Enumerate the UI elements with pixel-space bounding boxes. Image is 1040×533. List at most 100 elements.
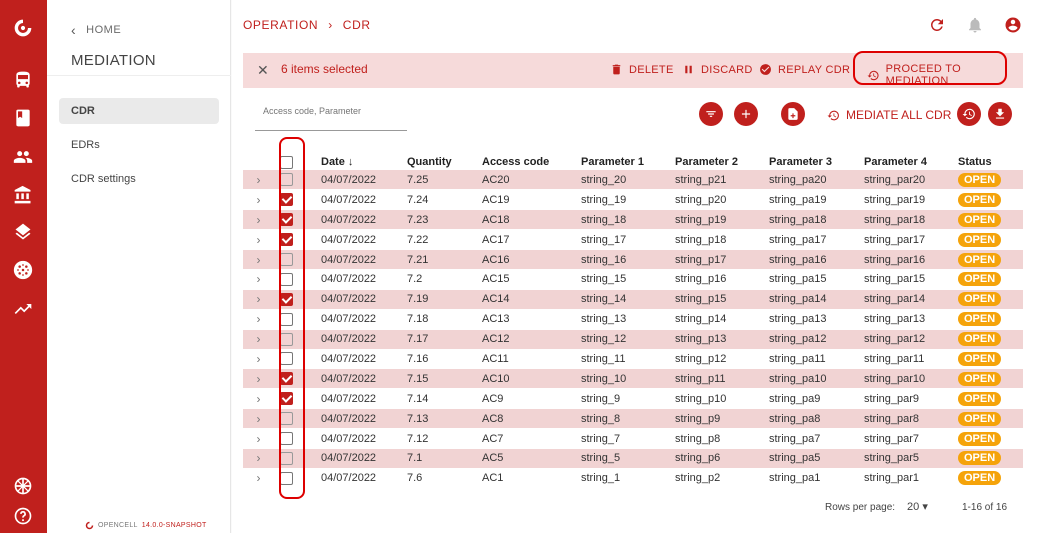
cell-quantity: 7.15	[407, 368, 482, 390]
discard-button[interactable]: DISCARD	[682, 63, 753, 76]
expand-chevron-icon[interactable]: ›	[243, 329, 274, 350]
table-row[interactable]: › 04/07/2022 7.24 AC19 string_19 string_p20 st…	[243, 189, 1023, 211]
layers-icon[interactable]	[11, 220, 35, 244]
table-row[interactable]: › 04/07/2022 7.12 AC7 string_7 string_p8 strin…	[243, 428, 1023, 449]
col-parameter-4[interactable]: Parameter 4	[864, 150, 958, 170]
add-file-button[interactable]	[781, 102, 805, 126]
mediation-icon[interactable]	[11, 258, 35, 282]
sidebar: ‹ HOME MEDIATION CDR EDRs CDR settings O…	[47, 0, 231, 533]
expand-chevron-icon[interactable]: ›	[243, 408, 274, 430]
cell-parameter-1: string_7	[581, 428, 675, 449]
close-icon[interactable]: ✕	[257, 62, 269, 79]
cell-status: OPEN	[958, 388, 1023, 410]
expand-chevron-icon[interactable]: ›	[243, 428, 274, 449]
col-parameter-3[interactable]: Parameter 3	[769, 150, 864, 170]
cell-status: OPEN	[958, 468, 1023, 489]
table-row[interactable]: › 04/07/2022 7.17 AC12 string_12 string_p13 st…	[243, 329, 1023, 350]
expand-chevron-icon[interactable]: ›	[243, 349, 274, 370]
sidebar-item-cdr-settings[interactable]: CDR settings	[59, 166, 219, 192]
delete-label: DELETE	[629, 63, 674, 76]
expand-chevron-icon[interactable]: ›	[243, 388, 274, 410]
home-link[interactable]: ‹ HOME	[71, 22, 121, 38]
search-field[interactable]	[255, 101, 413, 131]
table-row[interactable]: › 04/07/2022 7.25 AC20 string_20 string_p21 st…	[243, 170, 1023, 191]
selection-bar: ✕ 6 items selected DELETE DISCARD REPLAY…	[243, 51, 1023, 88]
expand-chevron-icon[interactable]: ›	[243, 170, 274, 191]
replay-cdr-button[interactable]: REPLAY CDR	[759, 63, 850, 76]
breadcrumb-operation[interactable]: OPERATION	[243, 18, 318, 32]
table-row[interactable]: › 04/07/2022 7.23 AC18 string_18 string_p19 st…	[243, 209, 1023, 231]
cell-parameter-2: string_p8	[675, 428, 769, 449]
expand-chevron-icon[interactable]: ›	[243, 448, 274, 469]
bank-icon[interactable]	[11, 183, 35, 207]
col-date[interactable]: Date ↓	[321, 150, 407, 170]
cell-date: 04/07/2022	[321, 269, 407, 290]
cell-access-code: AC9	[482, 388, 581, 410]
delete-button[interactable]: DELETE	[610, 63, 674, 76]
table-row[interactable]: › 04/07/2022 7.6 AC1 string_1 string_p2 string…	[243, 468, 1023, 489]
add-button[interactable]	[734, 102, 758, 126]
expand-chevron-icon[interactable]: ›	[243, 209, 274, 231]
rows-per-page-value: 20	[907, 501, 920, 513]
search-input[interactable]	[263, 106, 413, 116]
expand-chevron-icon[interactable]: ›	[243, 229, 274, 251]
cell-access-code: AC15	[482, 269, 581, 290]
rows-per-page-select[interactable]: 20 ▾	[907, 500, 928, 513]
cell-access-code: AC8	[482, 408, 581, 430]
table-row[interactable]: › 04/07/2022 7.14 AC9 string_9 string_p10 stri…	[243, 388, 1023, 410]
table-row[interactable]: › 04/07/2022 7.18 AC13 string_13 string_p14 st…	[243, 309, 1023, 330]
bus-icon[interactable]	[11, 68, 35, 92]
history-button[interactable]	[957, 102, 981, 126]
cell-parameter-3: string_pa5	[769, 448, 864, 469]
cell-access-code: AC17	[482, 229, 581, 251]
cell-parameter-1: string_17	[581, 229, 675, 251]
status-badge: OPEN	[958, 471, 1002, 486]
cell-date: 04/07/2022	[321, 189, 407, 211]
refresh-icon[interactable]	[928, 16, 946, 34]
mediate-all-label: MEDIATE ALL CDR	[846, 108, 952, 122]
globe-icon[interactable]	[11, 474, 35, 498]
cell-parameter-1: string_19	[581, 189, 675, 211]
sidebar-item-cdr[interactable]: CDR	[59, 98, 219, 124]
col-access-code[interactable]: Access code	[482, 150, 581, 170]
help-icon[interactable]	[11, 504, 35, 528]
cell-date: 04/07/2022	[321, 408, 407, 430]
main-content: OPERATION › CDR ✕ 6 items selected DELET…	[232, 0, 1040, 533]
expand-chevron-icon[interactable]: ›	[243, 468, 274, 489]
expand-chevron-icon[interactable]: ›	[243, 269, 274, 290]
sidebar-item-edrs[interactable]: EDRs	[59, 132, 219, 158]
cell-status: OPEN	[958, 309, 1023, 330]
col-status[interactable]: Status	[958, 150, 1023, 170]
filter-button[interactable]	[699, 102, 723, 126]
expand-chevron-icon[interactable]: ›	[243, 309, 274, 330]
cell-parameter-3: string_pa13	[769, 309, 864, 330]
users-icon[interactable]	[11, 145, 35, 169]
cell-access-code: AC7	[482, 428, 581, 449]
discard-label: DISCARD	[701, 63, 753, 76]
table-row[interactable]: › 04/07/2022 7.16 AC11 string_11 string_p12 st…	[243, 349, 1023, 370]
table-row[interactable]: › 04/07/2022 7.13 AC8 string_8 string_p9 strin…	[243, 408, 1023, 430]
cell-parameter-3: string_pa16	[769, 249, 864, 270]
opencell-logo-icon[interactable]	[11, 16, 35, 40]
col-quantity[interactable]: Quantity	[407, 150, 482, 170]
expand-chevron-icon[interactable]: ›	[243, 189, 274, 211]
table-row[interactable]: › 04/07/2022 7.19 AC14 string_14 string_p15 st…	[243, 289, 1023, 310]
expand-chevron-icon[interactable]: ›	[243, 289, 274, 310]
col-parameter-1[interactable]: Parameter 1	[581, 150, 675, 170]
account-icon[interactable]	[1004, 16, 1022, 34]
table-row[interactable]: › 04/07/2022 7.15 AC10 string_10 string_p11 st…	[243, 368, 1023, 390]
expand-chevron-icon[interactable]: ›	[243, 249, 274, 270]
cell-parameter-1: string_12	[581, 329, 675, 350]
trend-icon[interactable]	[11, 297, 35, 321]
book-icon[interactable]	[11, 106, 35, 130]
download-button[interactable]	[988, 102, 1012, 126]
bell-icon[interactable]	[966, 16, 984, 34]
table-row[interactable]: › 04/07/2022 7.21 AC16 string_16 string_p17 st…	[243, 249, 1023, 270]
col-parameter-2[interactable]: Parameter 2	[675, 150, 769, 170]
table-row[interactable]: › 04/07/2022 7.2 AC15 string_15 string_p16 str…	[243, 269, 1023, 290]
table-row[interactable]: › 04/07/2022 7.22 AC17 string_17 string_p18 st…	[243, 229, 1023, 251]
table-row[interactable]: › 04/07/2022 7.1 AC5 string_5 string_p6 string…	[243, 448, 1023, 469]
expand-chevron-icon[interactable]: ›	[243, 368, 274, 390]
cell-quantity: 7.19	[407, 289, 482, 310]
mediate-all-button[interactable]: MEDIATE ALL CDR	[827, 108, 951, 122]
